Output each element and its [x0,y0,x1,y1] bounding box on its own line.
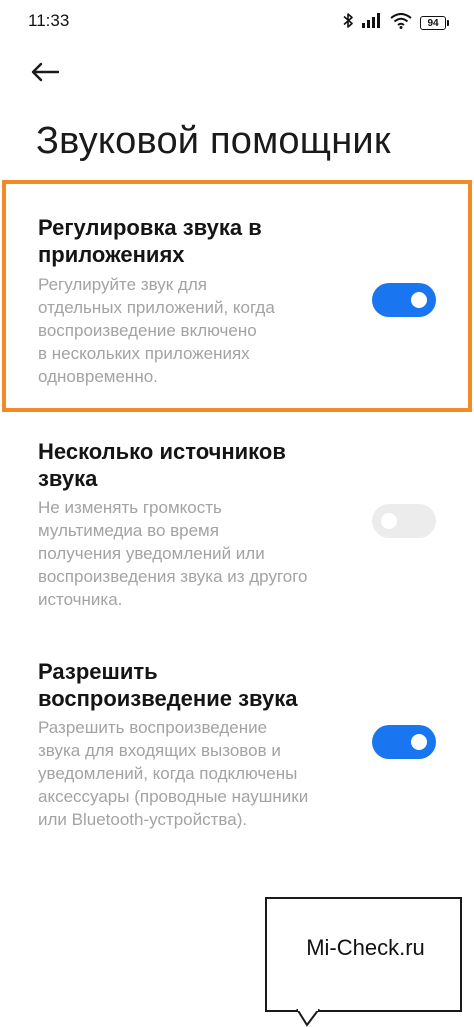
desc-line: одновременно. [38,367,158,386]
desc-line: воспроизведение включено [38,321,257,340]
setting-multiple-sources[interactable]: Несколько источников звука Не изменять г… [0,420,474,620]
arrow-left-icon [30,62,60,87]
desc-line: получения уведомлений или [38,544,265,563]
watermark-text: Mi-Check.ru [306,935,425,960]
setting-title-line: Несколько источников [38,439,286,464]
desc-line: аксессуары (проводные наушники [38,787,309,806]
page-title: Звуковой помощник [36,120,391,162]
setting-title: Разрешить воспроизведение звука [38,658,338,712]
desc-line: отдельных приложений, когда [38,298,275,317]
toggle-knob [381,513,397,529]
setting-allow-playback[interactable]: Разрешить воспроизведение звука Разрешит… [0,640,474,840]
back-button[interactable] [30,56,74,92]
status-time: 11:33 [28,11,70,30]
desc-line: в нескольких приложениях [38,344,250,363]
toggle-app-volume[interactable] [372,283,436,317]
battery-level: 94 [427,17,439,29]
watermark-bubble: Mi-Check.ru [265,897,462,1012]
status-icons: 94 [343,12,449,34]
setting-title-line: воспроизведение звука [38,686,298,711]
setting-title: Несколько источников звука [38,438,338,492]
desc-line: или Bluetooth-устройства). [38,810,248,829]
toggle-knob [411,292,427,308]
setting-title-line: Разрешить [38,659,158,684]
toggle-multiple-sources[interactable] [372,504,436,538]
setting-title-line: приложениях [38,242,185,267]
screen: 11:33 94 Звуковой помощник Регулировка з… [0,0,474,1027]
toggle-allow-playback[interactable] [372,725,436,759]
setting-title-line: Регулировка звука в [38,215,262,240]
setting-title: Регулировка звука в приложениях [38,214,338,268]
desc-line: Регулируйте звук для [38,275,207,294]
desc-line: мультимедиа во время [38,521,219,540]
battery-icon: 94 [420,16,449,30]
bubble-tail [296,1009,320,1027]
desc-line: Не изменять громкость [38,498,222,517]
desc-line: воспроизведения звука из другого [38,567,308,586]
signal-icon [362,13,382,33]
desc-line: Разрешить воспроизведение [38,718,268,737]
setting-title-line: звука [38,466,98,491]
setting-description: Разрешить воспроизведение звука для вход… [38,716,358,831]
bluetooth-icon [343,12,354,34]
desc-line: уведомлений, когда подключены [38,764,298,783]
setting-app-volume[interactable]: Регулировка звука в приложениях Регулиру… [0,180,474,412]
status-bar: 11:33 94 [0,0,474,44]
toggle-knob [411,734,427,750]
setting-description: Регулируйте звук для отдельных приложени… [38,273,358,388]
desc-line: звука для входящих вызовов и [38,741,281,760]
setting-description: Не изменять громкость мультимедиа во вре… [38,496,358,611]
desc-line: источника. [38,590,123,609]
wifi-icon [390,12,412,34]
